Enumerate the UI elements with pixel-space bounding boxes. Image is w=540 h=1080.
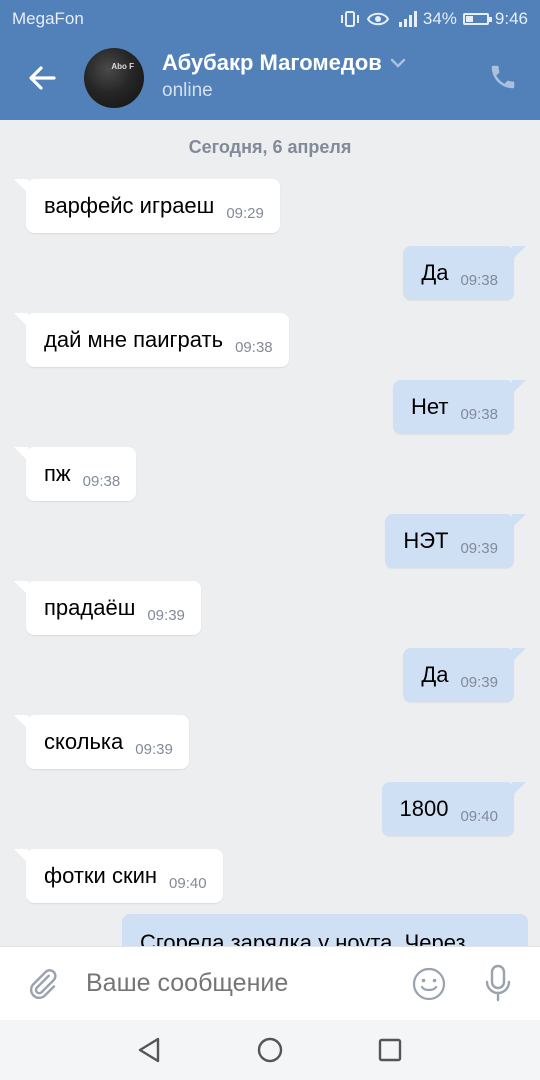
message-time: 09:40 xyxy=(169,874,207,892)
message-text: фотки скин xyxy=(44,863,158,888)
back-triangle-icon xyxy=(138,1037,160,1063)
incoming-message[interactable]: пж 09:38 xyxy=(13,447,137,501)
message-time: 09:38 xyxy=(82,472,121,490)
message-time: 09:40 xyxy=(460,807,498,825)
battery-percent: 34% xyxy=(422,9,457,28)
nav-back-button[interactable] xyxy=(134,1034,166,1066)
message-time: 09:38 xyxy=(460,405,498,423)
message-time: 09:29 xyxy=(226,204,264,222)
message-text: дай мне паиграть xyxy=(44,327,224,352)
message-list[interactable]: Сегодня, 6 апреля варфейс играеш 09:29 Д… xyxy=(0,120,540,946)
message-time: 09:39 xyxy=(460,539,498,557)
message-time: 09:38 xyxy=(460,271,498,289)
message-time: 09:39 xyxy=(135,740,173,758)
vibrate-icon xyxy=(339,10,361,28)
eye-icon xyxy=(366,11,389,27)
outgoing-message[interactable]: 1800 09:40 xyxy=(381,782,526,836)
message-input[interactable] xyxy=(86,969,386,998)
message-text: Нет xyxy=(410,394,449,419)
phone-icon xyxy=(491,65,515,89)
home-circle-icon xyxy=(257,1037,283,1063)
incoming-message[interactable]: варфейс играеш 09:29 xyxy=(14,179,280,233)
smile-icon xyxy=(412,967,446,1001)
status-bar: MegaFon 34% 9:46 xyxy=(0,0,540,36)
outgoing-message[interactable]: Да 09:39 xyxy=(403,648,526,702)
message-time: 09:38 xyxy=(235,338,273,356)
chat-header: Abo F Абубакр Магомедов online xyxy=(0,36,540,120)
nav-recents-button[interactable] xyxy=(374,1034,406,1066)
system-nav-bar xyxy=(0,1020,540,1080)
avatar-text: Abo F xyxy=(111,62,134,71)
message-text: пж xyxy=(44,461,71,486)
paperclip-icon xyxy=(30,969,57,999)
incoming-message[interactable]: сколька 09:39 xyxy=(14,715,189,769)
signal-icon xyxy=(395,11,417,27)
message-time: 09:39 xyxy=(460,673,498,691)
incoming-message[interactable]: прадаёш 09:39 xyxy=(14,581,201,635)
clock: 9:46 xyxy=(494,9,528,28)
carrier-name: MegaFon xyxy=(12,9,84,28)
contact-name: Абубакр Магомедов xyxy=(162,50,382,75)
message-text: 1800 xyxy=(399,796,449,821)
message-text: варфейс играеш xyxy=(44,193,215,218)
battery-icon xyxy=(462,13,492,25)
call-button[interactable] xyxy=(488,62,518,92)
contact-title: Абубакр Магомедов xyxy=(162,50,406,76)
outgoing-message[interactable]: НЭТ 09:39 xyxy=(385,514,526,568)
back-button[interactable] xyxy=(24,60,60,96)
voice-button[interactable] xyxy=(482,963,514,1003)
date-separator: Сегодня, 6 апреля xyxy=(188,137,352,157)
arrow-left-icon xyxy=(29,66,56,90)
attach-button[interactable] xyxy=(24,965,60,1003)
nav-home-button[interactable] xyxy=(254,1034,286,1066)
outgoing-message[interactable]: Да 09:38 xyxy=(403,246,526,300)
contact-status: online xyxy=(162,80,213,101)
contact-info[interactable]: Абубакр Магомедов online xyxy=(162,50,406,102)
outgoing-message[interactable]: Нет 09:38 xyxy=(392,380,527,434)
incoming-message[interactable]: дай мне паиграть 09:38 xyxy=(14,313,289,367)
message-composer xyxy=(0,946,540,1020)
recents-square-icon xyxy=(378,1038,402,1062)
chevron-down-icon xyxy=(390,58,406,68)
message-text: Сгорела зарядка у ноута. Через xyxy=(140,930,466,946)
message-time: 09:39 xyxy=(147,606,185,624)
avatar[interactable]: Abo F xyxy=(84,48,144,108)
emoji-button[interactable] xyxy=(410,965,448,1003)
message-text: Да xyxy=(421,662,449,687)
message-text: Да xyxy=(421,260,449,285)
incoming-message[interactable]: фотки скин 09:40 xyxy=(14,849,223,903)
message-text: НЭТ xyxy=(403,528,449,553)
microphone-icon xyxy=(485,964,511,1002)
message-text: сколька xyxy=(44,729,124,754)
message-text: прадаёш xyxy=(44,595,136,620)
outgoing-message[interactable]: Сгорела зарядка у ноута. Через xyxy=(122,914,528,946)
status-icons: 34% 9:46 xyxy=(339,9,528,29)
